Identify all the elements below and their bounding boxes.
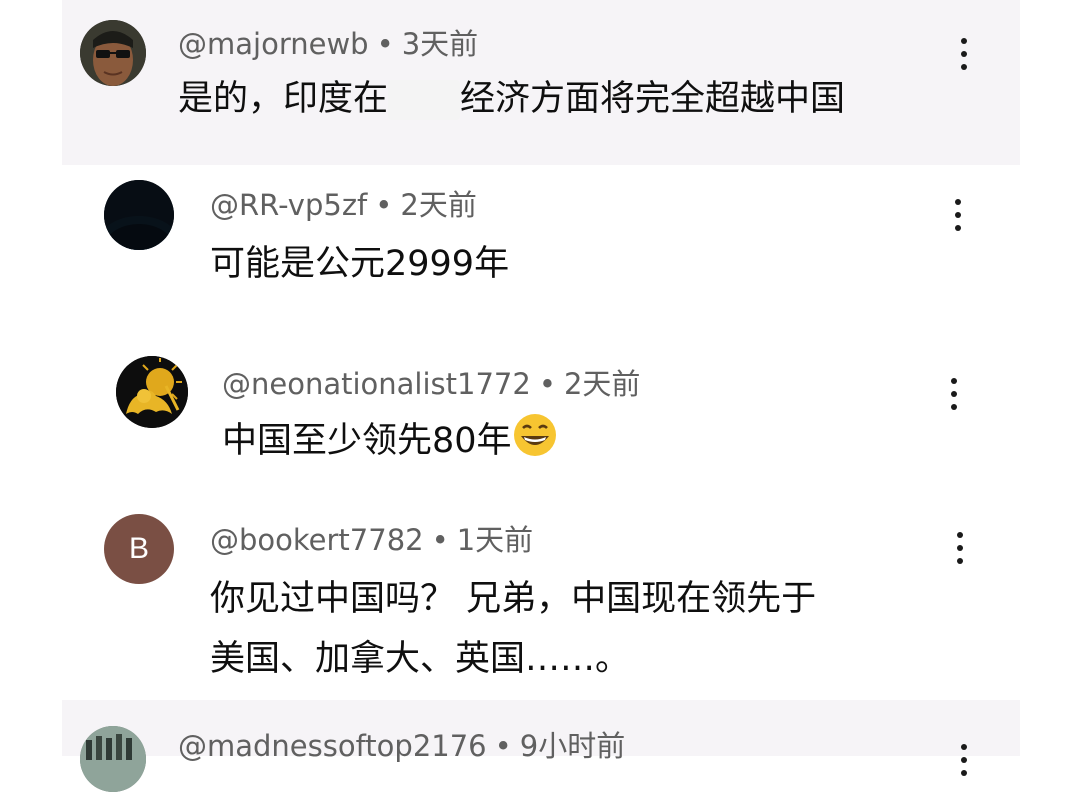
separator-dot: • [375, 188, 393, 222]
comment-text: 中国至少领先80年 [222, 412, 558, 470]
more-options-icon[interactable] [952, 740, 976, 780]
comment-meta: @majornewb • 3天前 [178, 26, 478, 62]
grinning-face-emoji-icon [513, 414, 556, 456]
separator-dot: • [431, 523, 449, 557]
comment-meta: @madnessoftop2176 • 9小时前 [178, 728, 625, 764]
more-options-icon[interactable] [948, 528, 972, 568]
avatar[interactable] [104, 180, 174, 250]
comment-meta: @bookert7782 • 1天前 [210, 522, 533, 558]
separator-dot: • [376, 27, 394, 61]
comment-text: 可能是公元2999年 [210, 244, 510, 284]
comment-item: @neonationalist1772 • 2天前 中国至少领先80年 [62, 340, 1020, 500]
more-options-icon[interactable] [952, 34, 976, 74]
avatar[interactable] [116, 356, 188, 428]
comment-author[interactable]: @madnessoftop2176 [178, 729, 487, 763]
more-options-icon[interactable] [942, 374, 966, 414]
crowd-photo-avatar-icon [80, 726, 146, 792]
comment-author[interactable]: @RR-vp5zf [210, 188, 367, 222]
comment-author[interactable]: @majornewb [178, 27, 369, 61]
avatar[interactable]: B [104, 514, 174, 584]
person-with-glasses-avatar-icon [80, 20, 146, 86]
comment-meta: @RR-vp5zf • 2天前 [210, 187, 477, 223]
comment-item: @majornewb • 3天前 是的，印度在 经济方面将完全超越中国 [62, 0, 1020, 165]
comment-time: 9小时前 [519, 729, 626, 763]
comment-meta: @neonationalist1772 • 2天前 [222, 366, 640, 402]
comment-time: 2天前 [400, 188, 477, 222]
comment-text-line: 美国、加拿大、英国……。 [210, 639, 631, 679]
right-frame [1020, 0, 1080, 756]
planet-eclipse-avatar-icon [104, 180, 174, 250]
redacted-area [388, 80, 461, 120]
comment-author[interactable]: @bookert7782 [210, 523, 424, 557]
comment-text-line: 你见过中国吗？ 兄弟，中国现在领先于 [210, 579, 817, 619]
comment-author[interactable]: @neonationalist1772 [222, 367, 531, 401]
left-frame [0, 0, 62, 756]
comment-time: 3天前 [401, 27, 479, 61]
separator-dot: • [494, 729, 512, 763]
comment-item: @RR-vp5zf • 2天前 可能是公元2999年 [62, 165, 1020, 340]
comment-item: @madnessoftop2176 • 9小时前 [62, 700, 1020, 792]
comment-time: 1天前 [456, 523, 534, 557]
lion-sun-emblem-avatar-icon [116, 356, 188, 428]
more-options-icon[interactable] [946, 195, 970, 235]
comment-time: 2天前 [563, 367, 641, 401]
avatar[interactable] [80, 20, 146, 86]
avatar[interactable] [80, 726, 146, 792]
comment-text: 是的，印度在 经济方面将完全超越中国 [178, 79, 846, 120]
comment-item: B @bookert7782 • 1天前 你见过中国吗？ 兄弟，中国现在领先于 美国… [62, 500, 1020, 700]
separator-dot: • [538, 367, 556, 401]
